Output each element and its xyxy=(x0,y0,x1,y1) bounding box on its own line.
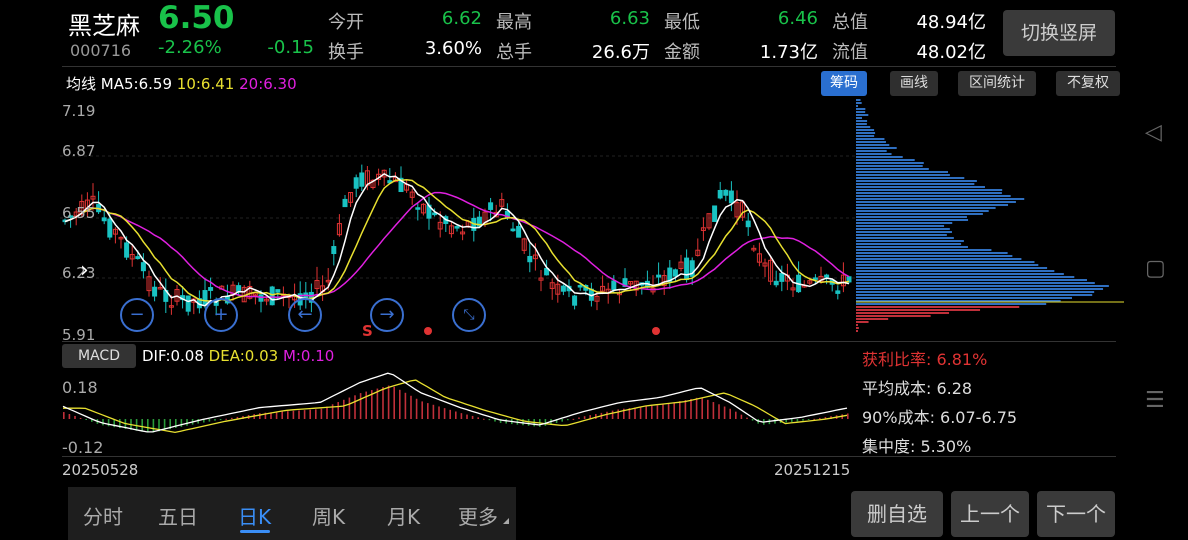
price-axis-3: 6.55 xyxy=(62,204,95,222)
tab-more[interactable]: 更多 xyxy=(458,501,498,530)
profit-ratio: 获利比率: 6.81% xyxy=(862,350,988,369)
stat-label-open: 今开 xyxy=(328,12,364,33)
stat-value-volume: 26.6万 xyxy=(591,42,650,63)
more-corner-icon xyxy=(503,518,509,524)
stat-value-float-value: 48.02亿 xyxy=(916,42,986,63)
compress-icon[interactable]: ⤡ xyxy=(452,298,486,332)
draw-line-button[interactable]: 画线 xyxy=(890,71,938,96)
cost-90: 90%成本: 6.07-6.75 xyxy=(862,408,1018,427)
move-left-icon[interactable]: ← xyxy=(288,298,322,332)
macd-chart[interactable]: 0.18 -0.12 xyxy=(60,372,856,458)
stat-label-total-value: 总值 xyxy=(832,12,868,33)
chips-button[interactable]: 筹码 xyxy=(821,71,867,96)
header-divider xyxy=(62,66,1116,67)
signal-dot xyxy=(652,327,660,335)
candles xyxy=(62,164,852,316)
ma10-value: 10:6.41 xyxy=(176,75,235,93)
stock-name: 黑芝麻 xyxy=(68,12,140,40)
ma20-value: 20:6.30 xyxy=(239,75,297,93)
stat-label-low: 最低 xyxy=(664,12,700,33)
dea-value: DEA:0.03 xyxy=(208,347,279,365)
stat-value-total-value: 48.94亿 xyxy=(916,12,986,33)
stat-value-low: 6.46 xyxy=(777,8,818,29)
macd-button[interactable]: MACD xyxy=(62,344,136,368)
start-date: 20250528 xyxy=(62,461,139,479)
previous-button[interactable]: 上一个 xyxy=(951,491,1029,537)
ma5-value: MA5:6.59 xyxy=(100,75,172,93)
end-date: 20251215 xyxy=(774,461,851,479)
macd-divider xyxy=(62,456,1116,457)
sell-signal-marker: S xyxy=(362,322,373,340)
price-axis-2: 6.87 xyxy=(62,142,95,160)
m-value: M:0.10 xyxy=(282,347,335,365)
delete-watchlist-button[interactable]: 删自选 xyxy=(851,491,943,537)
chart-divider xyxy=(62,341,1116,342)
tab-daily-k[interactable]: 日K xyxy=(238,501,271,530)
tab-monthly-k[interactable]: 月K xyxy=(387,501,420,530)
zoom-out-icon[interactable]: − xyxy=(120,298,154,332)
average-cost: 平均成本: 6.28 xyxy=(862,379,973,398)
period-tabs xyxy=(68,487,516,540)
stat-label-float-value: 流值 xyxy=(832,42,868,63)
macd-legend: DIF:0.08 DEA:0.03 M:0.10 xyxy=(142,347,334,365)
stat-label-high: 最高 xyxy=(496,12,532,33)
change-amount: -0.15 xyxy=(267,37,314,58)
range-stats-button[interactable]: 区间统计 xyxy=(958,71,1036,96)
stock-price: 6.50 xyxy=(158,0,235,36)
dif-value: DIF:0.08 xyxy=(142,347,204,365)
change-percent: -2.26% xyxy=(158,37,222,58)
active-tab-indicator xyxy=(240,530,270,533)
tab-five-day[interactable]: 五日 xyxy=(158,501,198,530)
chip-distribution xyxy=(856,99,1124,332)
home-icon[interactable]: ▢ xyxy=(1145,256,1166,281)
no-adjust-button[interactable]: 不复权 xyxy=(1056,71,1120,96)
back-icon[interactable]: ◁ xyxy=(1145,120,1162,145)
stat-label-turnover: 换手 xyxy=(328,42,364,63)
stock-code: 000716 xyxy=(70,41,132,60)
price-axis-top: 7.19 xyxy=(62,102,95,120)
stat-value-open: 6.62 xyxy=(441,8,482,29)
stat-label-amount: 金额 xyxy=(664,42,700,63)
menu-icon[interactable]: ☰ xyxy=(1145,388,1165,413)
price-axis-4: 6.23 xyxy=(62,264,95,282)
zoom-in-icon[interactable]: + xyxy=(204,298,238,332)
expand-left-icon[interactable]: › xyxy=(80,258,89,283)
ma-title: 均线 xyxy=(66,75,97,93)
tab-weekly-k[interactable]: 周K xyxy=(312,501,345,530)
switch-portrait-button[interactable]: 切换竖屏 xyxy=(1003,10,1115,56)
tab-intraday[interactable]: 分时 xyxy=(83,501,123,530)
macd-axis-top: 0.18 xyxy=(62,378,98,397)
move-right-icon[interactable]: → xyxy=(370,298,404,332)
stat-value-turnover: 3.60% xyxy=(424,38,482,59)
stat-label-volume: 总手 xyxy=(496,42,532,63)
next-button[interactable]: 下一个 xyxy=(1037,491,1115,537)
stat-value-amount: 1.73亿 xyxy=(759,42,818,63)
stat-value-high: 6.63 xyxy=(609,8,650,29)
ma-legend: 均线 MA5:6.59 10:6.41 20:6.30 xyxy=(66,73,297,94)
concentration: 集中度: 5.30% xyxy=(862,437,972,456)
signal-dot xyxy=(424,327,432,335)
macd-axis-bottom: -0.12 xyxy=(62,438,103,457)
